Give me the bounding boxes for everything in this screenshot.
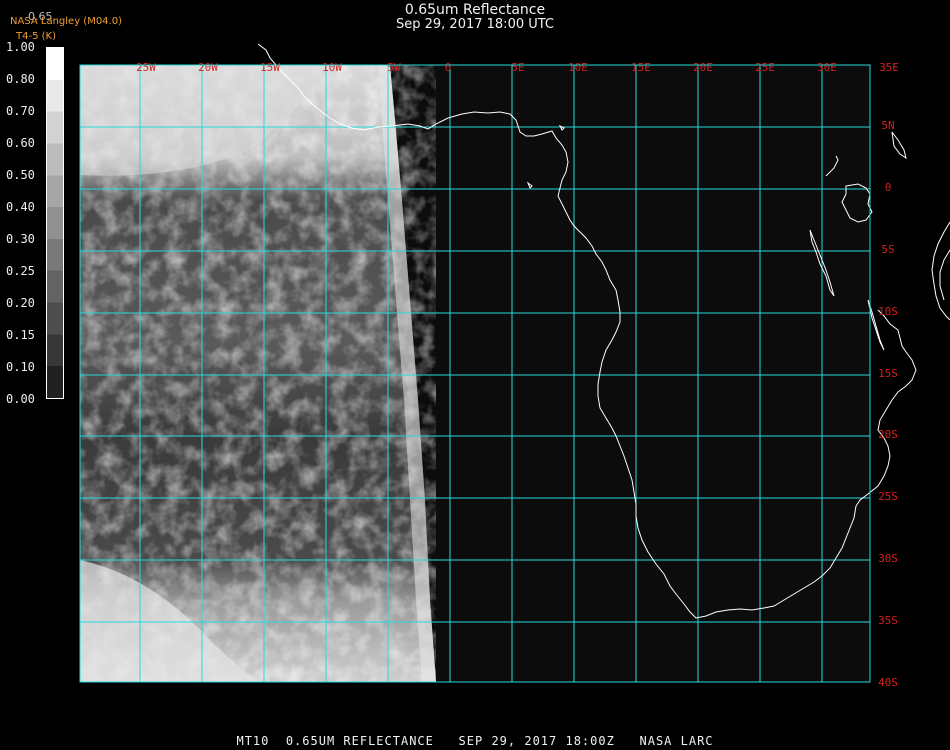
colorbar-tick-label: 0.50 [6,168,35,182]
longitude-label: 20W [198,61,218,74]
longitude-label: 10E [568,61,588,74]
latitude-label: 30S [878,552,898,565]
longitude-label: 15W [260,61,280,74]
latitude-label: 25S [878,490,898,503]
latitude-labels: 5N 0 5S 10S 15S 20S 25S 30S 35S 40S [878,119,898,689]
longitude-label: 20E [693,61,713,74]
longitude-label: 5E [511,61,524,74]
latitude-label: 10S [878,305,898,318]
longitude-label: 0 [445,61,452,74]
colorbar-tick-label: 0.60 [6,136,35,150]
longitude-label: 25E [755,61,775,74]
latitude-label: 20S [878,428,898,441]
latitude-label: 5S [881,243,894,256]
colorbar-tick-label: 0.70 [6,104,35,118]
longitude-label: 5W [387,61,401,74]
longitude-label: 35E [879,61,899,74]
latitude-label: 15S [878,367,898,380]
latitude-label: 35S [878,614,898,627]
colorbar-tick-label: 0.10 [6,360,35,374]
colorbar-tick-label: 0.00 [6,392,35,406]
latitude-label: 5N [881,119,894,132]
colorbar-tick-label: 1.00 [6,40,35,54]
latitude-label: 0 [885,181,892,194]
satellite-map: 25W 20W 15W 10W 5W 0 5E 10E 15E 20E 25E 30E 35E 5N05… [79,43,950,689]
colorbar-tick-label: 0.40 [6,200,35,214]
colorbar-tick-label: 0.80 [6,72,35,86]
longitude-label: 25W [136,61,156,74]
colorbar-tick-label: 0.15 [6,328,35,342]
cloud-imagery [80,65,436,682]
longitude-label: 15E [631,61,651,74]
colorbar-tick-label: 0.25 [6,264,35,278]
footer-caption: MT10 0.65UM REFLECTANCE SEP 29, 2017 18:… [236,734,714,748]
colorbar [46,47,64,399]
colorbar-tick-label: 0.20 [6,296,35,310]
colorbar-tick-label: 0.30 [6,232,35,246]
latitude-label: 40S [878,676,898,689]
longitude-label: 10W [322,61,342,74]
longitude-label: 30E [817,61,837,74]
